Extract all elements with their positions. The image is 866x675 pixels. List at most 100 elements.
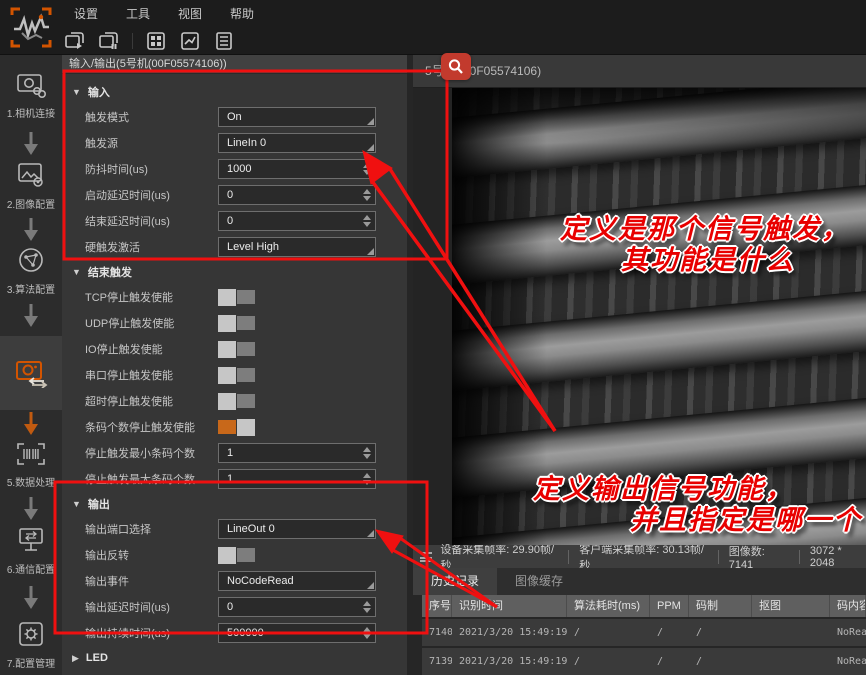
- setting-row: 触发源 LineIn 0: [62, 130, 407, 156]
- flow-arrow-icon: [0, 497, 62, 526]
- log-list-icon[interactable]: [211, 30, 237, 52]
- row-label: 停止触发最小条码个数: [62, 445, 218, 461]
- barcode-count-stop-trigger-toggle[interactable]: [218, 419, 256, 436]
- app-logo-icon: [8, 5, 54, 50]
- toolbar-separator: [132, 33, 133, 49]
- table-row[interactable]: 7139 2021/3/20 15:49:19:544 / / / NoRead: [422, 648, 866, 675]
- end-delay-spinner[interactable]: 0: [218, 211, 376, 231]
- setting-row: 串口停止触发使能: [62, 362, 407, 388]
- sidebar-item-camera-connect[interactable]: 1.相机连接: [0, 70, 62, 120]
- spinner-value: 1000: [227, 163, 251, 175]
- tab-image-cache[interactable]: 图像缓存: [497, 568, 581, 595]
- table-row[interactable]: 7140 2021/3/20 15:49:19:574 / / / NoRead: [422, 619, 866, 646]
- sidebar-item-label: 7.配置管理: [0, 655, 62, 670]
- setting-row: 停止触发最大条码个数 1: [62, 466, 407, 492]
- dropdown-value: LineIn 0: [227, 137, 266, 149]
- spinner-arrows-icon[interactable]: [362, 599, 372, 615]
- row-label: TCP停止触发使能: [62, 289, 218, 305]
- menu-view[interactable]: 视图: [166, 1, 214, 26]
- annotation-line: 定义是那个信号触发，: [522, 214, 850, 245]
- acquisition-start-icon[interactable]: [62, 30, 88, 52]
- cell-ppm: /: [650, 648, 689, 675]
- communication-icon: [17, 526, 45, 554]
- menu-help[interactable]: 帮助: [218, 1, 266, 26]
- status-bar: 设备采集帧率: 29.90帧/秒 客户端采集帧率: 30.13帧/秒 图像数: …: [413, 545, 866, 568]
- col-header-recognition-time[interactable]: 识别时间: [452, 595, 567, 617]
- spinner-arrows-icon[interactable]: [362, 471, 372, 487]
- trigger-source-dropdown[interactable]: LineIn 0: [218, 133, 376, 153]
- start-delay-spinner[interactable]: 0: [218, 185, 376, 205]
- dropdown-value: Level High: [227, 241, 279, 253]
- max-barcode-count-spinner[interactable]: 1: [218, 469, 376, 489]
- setting-row: 防抖时间(us) 1000: [62, 156, 407, 182]
- sidebar-item-io-config-active[interactable]: [0, 336, 62, 410]
- col-header-index[interactable]: 序号: [422, 595, 452, 617]
- top-bar: 设置 工具 视图 帮助: [0, 0, 866, 55]
- row-label: 触发源: [62, 135, 218, 151]
- sidebar-item-data-processing[interactable]: 5.数据处理: [0, 441, 62, 489]
- min-barcode-count-spinner[interactable]: 1: [218, 443, 376, 463]
- debounce-time-spinner[interactable]: 1000: [218, 159, 376, 179]
- section-header-end-trigger[interactable]: ▼ 结束触发: [62, 260, 407, 284]
- trigger-mode-dropdown[interactable]: On: [218, 107, 376, 127]
- section-title: 输入: [88, 84, 110, 100]
- menu-tools[interactable]: 工具: [114, 1, 162, 26]
- output-event-dropdown[interactable]: NoCodeRead: [218, 571, 376, 591]
- chart-icon[interactable]: [177, 30, 203, 52]
- sidebar-item-label: 2.图像配置: [0, 196, 62, 211]
- output-port-dropdown[interactable]: LineOut 0: [218, 519, 376, 539]
- col-header-ppm[interactable]: PPM: [650, 595, 689, 617]
- tab-history[interactable]: 历史记录: [413, 568, 497, 595]
- col-header-code-type[interactable]: 码制: [689, 595, 752, 617]
- col-header-algo-time[interactable]: 算法耗时(ms): [567, 595, 650, 617]
- udp-stop-trigger-toggle[interactable]: [218, 315, 256, 332]
- section-header-output[interactable]: ▼ 输出: [62, 492, 407, 516]
- spinner-value: 500000: [227, 627, 264, 639]
- col-header-crop[interactable]: 抠图: [752, 595, 830, 617]
- spinner-arrows-icon[interactable]: [362, 445, 372, 461]
- status-list-icon[interactable]: [420, 552, 432, 562]
- sidebar-item-image-config[interactable]: 2.图像配置: [0, 161, 62, 211]
- timeout-stop-trigger-toggle[interactable]: [218, 393, 256, 410]
- output-duration-spinner[interactable]: 500000: [218, 623, 376, 643]
- hard-trigger-activation-dropdown[interactable]: Level High: [218, 237, 376, 257]
- zoom-tool-icon[interactable]: [441, 53, 471, 80]
- output-delay-spinner[interactable]: 0: [218, 597, 376, 617]
- flow-arrow-icon: [0, 218, 62, 247]
- sidebar-item-config-management[interactable]: 7.配置管理: [0, 620, 62, 670]
- algorithm-icon: [17, 246, 45, 274]
- sidebar-item-label: 3.算法配置: [0, 281, 62, 296]
- sidebar-item-algorithm-config[interactable]: 3.算法配置: [0, 246, 62, 296]
- layout-grid-icon[interactable]: [143, 30, 169, 52]
- spinner-value: 0: [227, 215, 233, 227]
- section-title: 结束触发: [88, 264, 132, 280]
- config-icon: [17, 620, 45, 648]
- resolution-status: 3072 * 2048: [810, 545, 866, 569]
- camera-live-image: 定义是那个信号触发， 其功能是什么 定义输出信号功能， 并且指定是哪一个: [413, 88, 866, 545]
- menu-settings[interactable]: 设置: [62, 1, 110, 26]
- tcp-stop-trigger-toggle[interactable]: [218, 289, 256, 306]
- acquisition-pause-icon[interactable]: [96, 30, 122, 52]
- io-stop-trigger-toggle[interactable]: [218, 341, 256, 358]
- section-header-input[interactable]: ▼ 输入: [62, 80, 407, 104]
- cell-code-content: NoRead: [830, 619, 866, 646]
- sidebar-item-communication-config[interactable]: 6.通信配置: [0, 526, 62, 576]
- serial-stop-trigger-toggle[interactable]: [218, 367, 256, 384]
- spinner-arrows-icon[interactable]: [362, 213, 372, 229]
- row-label: 输出持续时间(us): [62, 625, 218, 641]
- col-header-code-content[interactable]: 码内容: [830, 595, 866, 617]
- row-label: 停止触发最大条码个数: [62, 471, 218, 487]
- spinner-arrows-icon[interactable]: [362, 187, 372, 203]
- row-label: 输出延迟时间(us): [62, 599, 218, 615]
- status-separator: [568, 550, 569, 564]
- app-window: 设置 工具 视图 帮助 1.相机连: [0, 0, 866, 675]
- output-invert-toggle[interactable]: [218, 547, 256, 564]
- history-table: 序号 识别时间 算法耗时(ms) PPM 码制 抠图 码内容 7140 2021…: [422, 595, 866, 675]
- setting-row: TCP停止触发使能: [62, 284, 407, 310]
- annotation-line: 其功能是什么: [522, 245, 795, 276]
- spinner-arrows-icon[interactable]: [362, 625, 372, 641]
- setting-row: 输出事件 NoCodeRead: [62, 568, 407, 594]
- spinner-arrows-icon[interactable]: [362, 161, 372, 177]
- history-tab-bar: 历史记录 图像缓存: [413, 568, 866, 595]
- section-header-led[interactable]: ▶ LED: [62, 646, 407, 670]
